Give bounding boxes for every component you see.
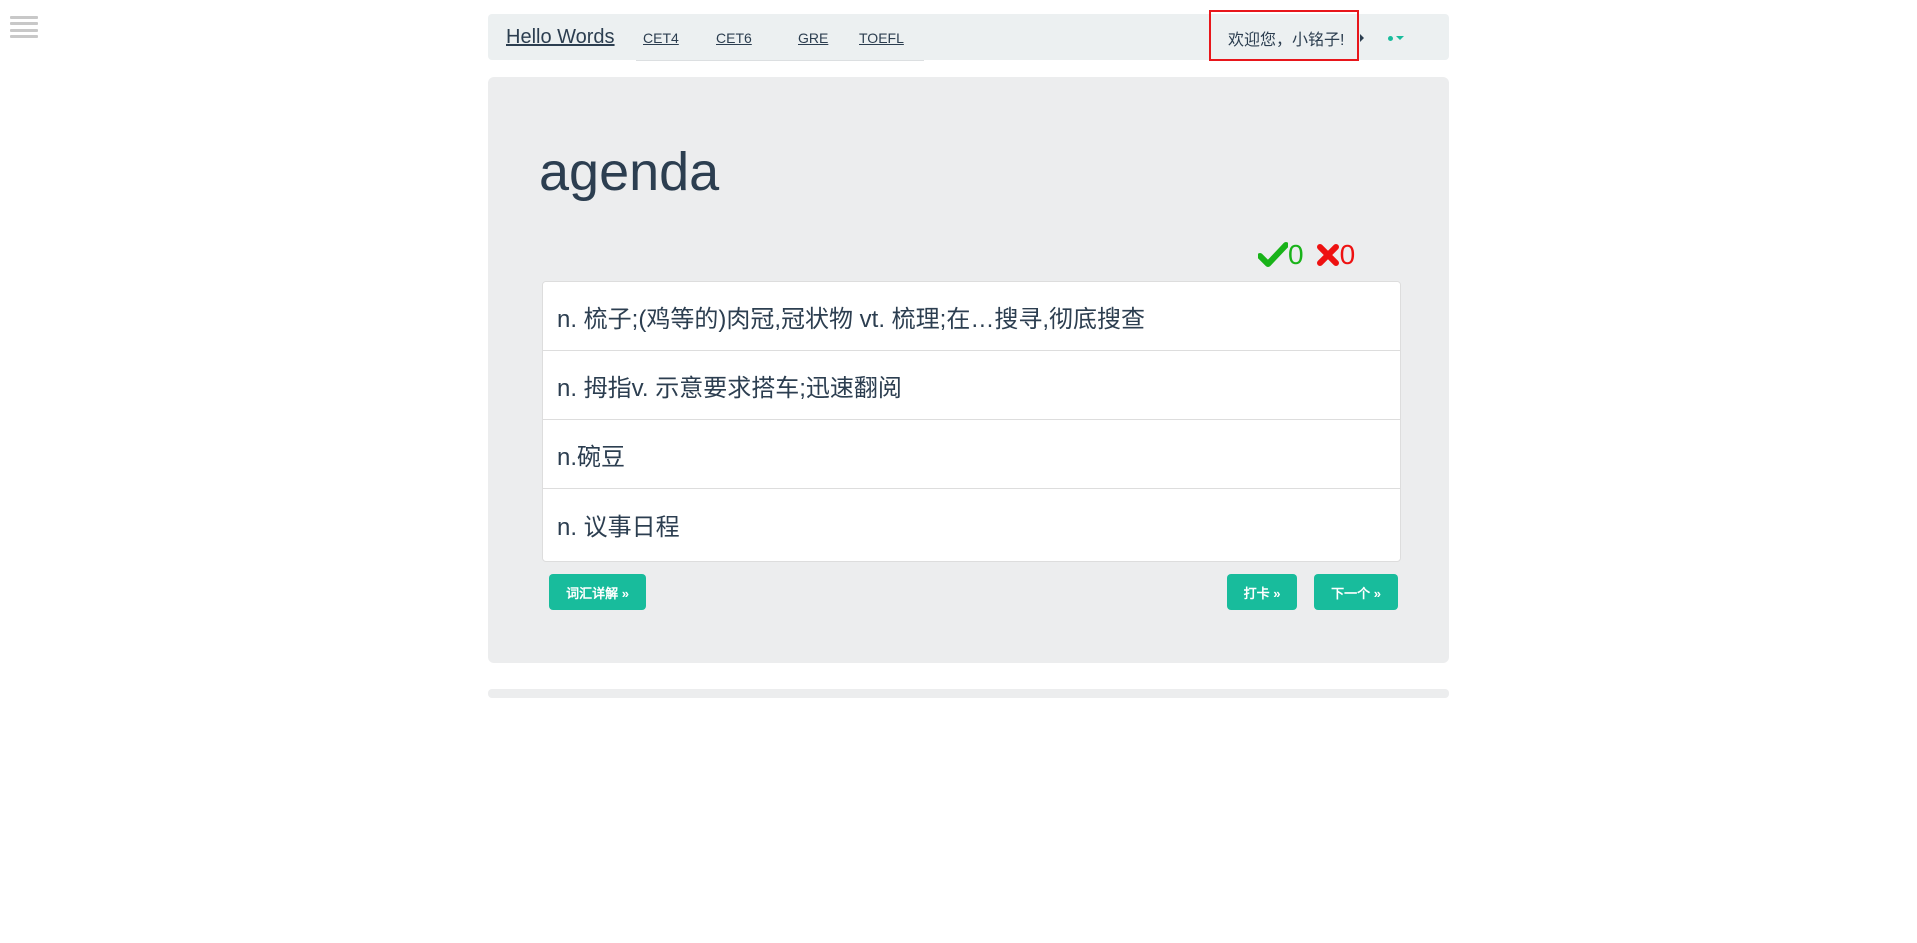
- quiz-word: agenda: [539, 142, 720, 202]
- cross-icon: [1316, 244, 1339, 266]
- brand-link[interactable]: Hello Words: [506, 26, 615, 49]
- next-button[interactable]: 下一个 »: [1314, 574, 1398, 610]
- nav-link-toefl[interactable]: TOEFL: [859, 30, 904, 46]
- correct-count: 0: [1288, 239, 1304, 270]
- wrong-score: 0: [1316, 239, 1356, 271]
- answer-option[interactable]: n.碗豆: [543, 420, 1400, 489]
- quiz-panel: agenda 0 0 n. 梳子;(鸡等的)肉冠,冠状物 vt. 梳理;在…搜寻…: [488, 77, 1449, 663]
- user-dropdown[interactable]: [1388, 30, 1422, 46]
- correct-score: 0: [1258, 239, 1304, 271]
- nav-link-gre[interactable]: GRE: [798, 30, 828, 46]
- check-icon: [1258, 242, 1288, 267]
- caret-down-icon: [1396, 36, 1404, 40]
- nav-link-cet6[interactable]: CET6: [716, 30, 752, 46]
- word-detail-button[interactable]: 词汇详解 »: [549, 574, 646, 610]
- answer-option[interactable]: n. 梳子;(鸡等的)肉冠,冠状物 vt. 梳理;在…搜寻,彻底搜查: [543, 282, 1400, 351]
- checkin-button[interactable]: 打卡 »: [1227, 574, 1297, 610]
- nav-links: CET4 CET6 GRE TOEFL: [636, 14, 924, 61]
- answer-option[interactable]: n. 议事日程: [543, 489, 1400, 559]
- nav-link-cet4[interactable]: CET4: [643, 30, 679, 46]
- answer-option[interactable]: n. 拇指v. 示意要求搭车;迅速翻阅: [543, 351, 1400, 420]
- welcome-highlight: 欢迎您，小铭子!: [1209, 10, 1359, 61]
- menu-icon[interactable]: [10, 16, 38, 38]
- bottom-bar: [488, 689, 1449, 698]
- answer-options: n. 梳子;(鸡等的)肉冠,冠状物 vt. 梳理;在…搜寻,彻底搜查 n. 拇指…: [542, 281, 1401, 562]
- user-icon: [1388, 35, 1393, 41]
- top-navbar: Hello Words CET4 CET6 GRE TOEFL 欢迎您，小铭子!: [488, 10, 1449, 61]
- caret-right-icon: [1360, 34, 1364, 42]
- wrong-count: 0: [1339, 239, 1356, 270]
- score-display: 0 0: [1258, 237, 1355, 273]
- welcome-text: 欢迎您，小铭子!: [1228, 32, 1345, 49]
